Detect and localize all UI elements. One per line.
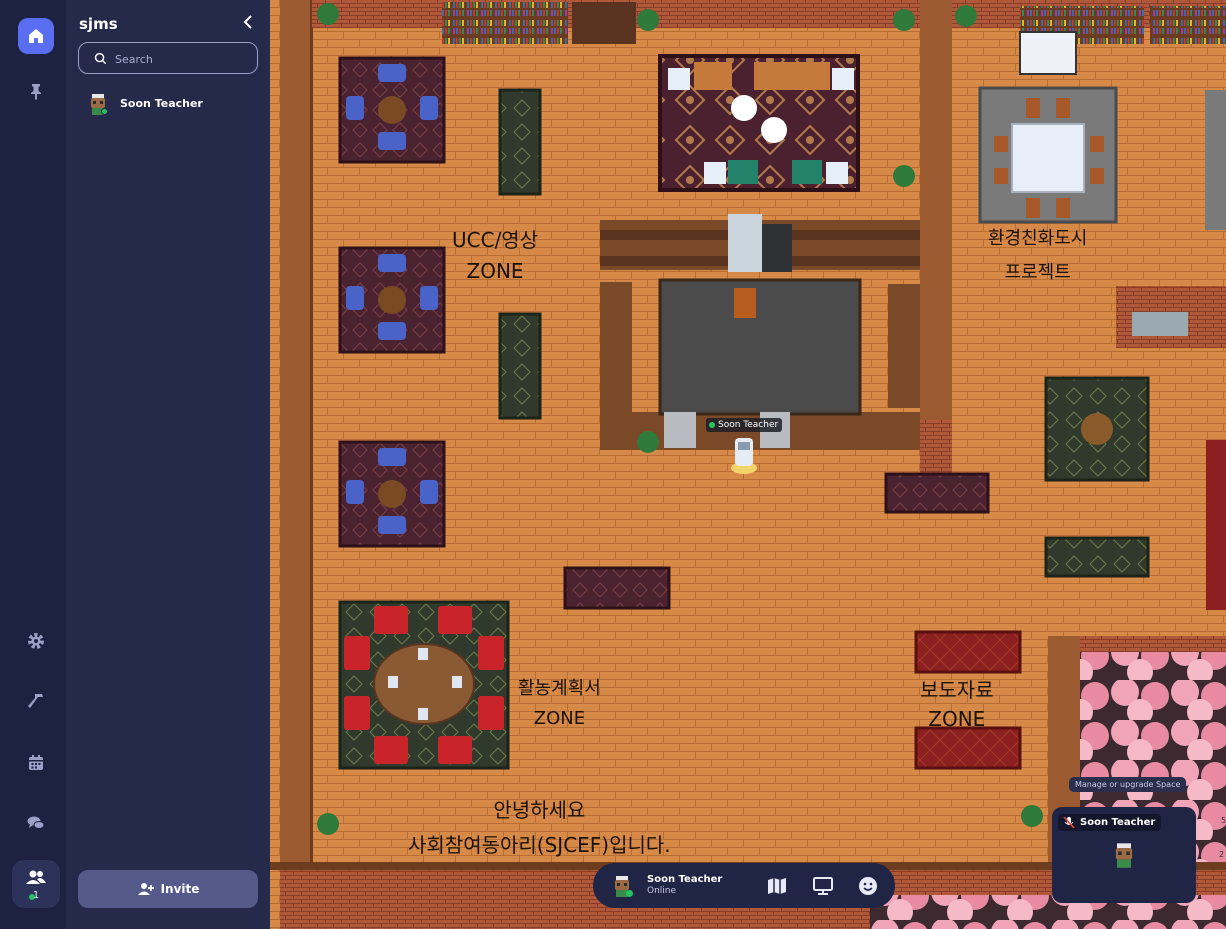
calendar-button[interactable]	[18, 745, 54, 781]
home-icon	[29, 29, 43, 43]
online-dot	[626, 890, 633, 897]
mic-muted-icon	[1063, 817, 1075, 828]
people-button[interactable]: 1	[12, 860, 60, 908]
player-name-tag: Soon Teacher	[706, 418, 783, 432]
gear-icon	[28, 633, 44, 649]
space-name: sjms	[79, 15, 118, 33]
video-tile[interactable]: Soon Teacher	[1052, 807, 1196, 903]
search-box	[78, 42, 258, 74]
home-button[interactable]	[18, 18, 54, 54]
press-zone-label: 보도자료 ZONE	[920, 678, 994, 731]
eco-zone-label: 환경친화도시 프로젝트	[988, 228, 1088, 283]
search-input[interactable]	[115, 49, 250, 69]
chat-icon	[27, 816, 45, 829]
chevron-left-icon[interactable]	[238, 12, 258, 32]
screen-share-icon[interactable]	[812, 875, 834, 897]
pin-icon	[31, 84, 41, 100]
video-name: Soon Teacher	[1080, 817, 1156, 828]
manage-space-tooltip: Manage or upgrade Space	[1069, 777, 1187, 792]
activity-zone-label: 활농계획서 ZONE	[518, 678, 601, 729]
hammer-icon	[28, 694, 43, 708]
left-rail: 1	[0, 0, 66, 929]
side-panel: sjms Soon Teacher Invite	[66, 0, 270, 929]
avatar	[1115, 843, 1133, 868]
user-name: Soon Teacher	[647, 874, 723, 885]
video-name-tag: Soon Teacher	[1058, 814, 1162, 831]
edge-mark: 5	[1221, 816, 1226, 825]
greeting-label: 안녕하세요 사회참여동아리(SJCEF)입니다.	[408, 798, 671, 857]
search-icon	[94, 52, 107, 65]
invite-label: Invite	[160, 882, 200, 896]
ucc-zone-label: UCC/영상 ZONE	[452, 228, 539, 283]
people-count: 1	[32, 890, 40, 901]
invite-button[interactable]: Invite	[78, 870, 258, 908]
add-user-icon	[137, 883, 154, 895]
emoji-icon[interactable]	[857, 875, 879, 897]
people-icon	[26, 870, 46, 884]
member-list-item[interactable]: Soon Teacher	[86, 92, 256, 118]
chat-button[interactable]	[18, 805, 54, 841]
calendar-icon	[29, 755, 43, 770]
edge-mark: 2	[1219, 850, 1225, 859]
user-status: Online	[647, 886, 677, 896]
bottom-bar: Soon Teacher Online	[593, 863, 895, 908]
build-button[interactable]	[18, 683, 54, 719]
map-icon[interactable]	[766, 875, 788, 897]
settings-button[interactable]	[18, 623, 54, 659]
online-dot	[101, 108, 108, 115]
member-name: Soon Teacher	[120, 97, 203, 110]
pin-button[interactable]	[18, 73, 54, 109]
app-window: 1 sjms Soon Teacher Invite	[0, 0, 1226, 929]
